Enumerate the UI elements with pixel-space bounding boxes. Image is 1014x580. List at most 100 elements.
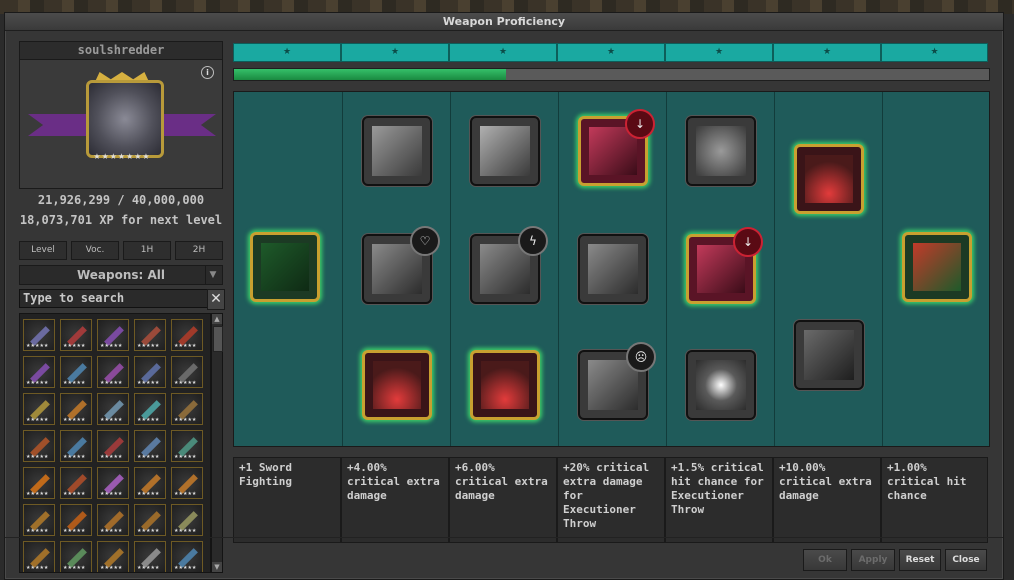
stars-icon: ★★★★★ [137,528,160,534]
apply-button[interactable]: Apply [851,549,895,571]
perk-col3-top[interactable] [470,116,540,186]
perk-description-4: +20% critical extra damage for Execution… [557,457,665,543]
weapon-slot[interactable]: ★★★★★ [97,319,129,351]
weapon-slot[interactable]: ★★★★★ [23,393,55,425]
divider [5,537,1003,538]
perk-sword-fighting[interactable] [250,232,320,302]
scroll-up-icon[interactable]: ▲ [212,314,222,324]
weapon-filter-dropdown[interactable]: Weapons: All ▼ [19,265,223,285]
filter-level-button[interactable]: Level [19,241,67,260]
weapon-slot[interactable]: ★★★★★ [97,430,129,462]
perk-col2-mid[interactable]: ♡ [362,226,440,304]
xp-next-level: 18,073,701 XP for next level [19,213,223,227]
weapon-slot[interactable]: ★★★★★ [134,467,166,499]
critical-burst-icon [373,361,421,409]
critical-burst-icon [481,361,529,409]
perk-critical-extra-damage-10[interactable] [794,144,864,214]
weapon-slot[interactable]: ★★★★★ [134,504,166,536]
window-title[interactable]: Weapon Proficiency [5,13,1003,31]
perk-col6-bottom[interactable] [794,320,864,390]
close-button[interactable]: Close [945,549,987,571]
weapon-slot[interactable]: ★★★★★ [97,541,129,572]
weapon-slot[interactable]: ★★★★★ [23,467,55,499]
filter-1h-button[interactable]: 1H [123,241,171,260]
weapon-slot[interactable]: ★★★★★ [171,319,203,351]
weapon-slot[interactable]: ★★★★★ [97,467,129,499]
weapon-slot[interactable]: ★★★★★ [134,356,166,388]
reset-button[interactable]: Reset [899,549,941,571]
perk-critical-hit-chance[interactable] [902,232,972,302]
weapon-slot[interactable]: ★★★★★ [171,467,203,499]
perk-description-3: +6.00% critical extra damage [449,457,557,543]
weapon-slot[interactable]: ★★★★★ [60,467,92,499]
tier-header-2: ★ [341,43,449,62]
perk-executioner-throw-crit-chance[interactable]: ↓ [686,227,763,304]
weapon-slot[interactable]: ★★★★★ [23,430,55,462]
weapon-slot[interactable]: ★★★★★ [171,430,203,462]
weapon-slot[interactable]: ★★★★★ [23,319,55,351]
weapon-grid-scrollbar[interactable]: ▲ ▼ [211,313,223,573]
perk-col3-mid[interactable]: ϟ [470,226,548,304]
stars-icon: ★★★★★ [137,380,160,386]
weapon-slot[interactable]: ★★★★★ [134,430,166,462]
stars-icon: ★★★★★ [100,380,123,386]
sword-arrows-icon [372,126,422,176]
tier-header-3: ★ [449,43,557,62]
weapon-slot[interactable]: ★★★★★ [134,541,166,572]
weapon-slot[interactable]: ★★★★★ [60,541,92,572]
weapon-slot[interactable]: ★★★★★ [134,319,166,351]
perk-executioner-throw-damage[interactable]: ↓ [578,109,655,186]
weapon-slot[interactable]: ★★★★★ [60,430,92,462]
stars-icon: ★★★★★★★ [93,152,151,161]
filter-2h-button[interactable]: 2H [175,241,223,260]
perk-col4-mid[interactable] [578,234,648,304]
stars-icon: ★★★★★ [63,528,86,534]
ok-button[interactable]: Ok [803,549,847,571]
perk-col2-top[interactable] [362,116,432,186]
perk-description-7: +1.00% critical hit chance [881,457,988,543]
scrollbar-thumb[interactable] [213,326,223,352]
stars-icon: ★★★★★ [137,565,160,571]
weapon-slot[interactable]: ★★★★★ [97,393,129,425]
filter-vocation-button[interactable]: Voc. [71,241,119,260]
tier-header-4: ★ [557,43,665,62]
crit-arrows-icon [913,243,961,291]
weapon-slot[interactable]: ★★★★★ [97,356,129,388]
stars-icon: ★★★★★ [174,417,197,423]
weapon-slot[interactable]: ★★★★★ [171,541,203,572]
stars-icon: ★★★★★ [100,528,123,534]
weapon-slot[interactable]: ★★★★★ [134,393,166,425]
stars-icon: ★★★★★ [100,454,123,460]
sword-shield-icon [86,80,164,158]
stars-icon: ★★★★★ [174,380,197,386]
weapon-slot[interactable]: ★★★★★ [171,393,203,425]
clear-search-button[interactable]: ✕ [207,289,225,310]
scroll-down-icon[interactable]: ▼ [212,562,222,572]
tier-header-7: ★ [881,43,988,62]
info-icon[interactable]: i [201,66,214,79]
perk-col5-top[interactable] [686,116,756,186]
perk-col4-bottom[interactable]: ☹ [578,342,656,420]
perk-description-6: +10.00% critical extra damage [773,457,881,543]
perk-critical-extra-damage-6[interactable] [470,350,540,420]
weapon-slot[interactable]: ★★★★★ [60,393,92,425]
weapon-slot[interactable]: ★★★★★ [23,504,55,536]
stars-icon: ★★★★★ [26,565,49,571]
weapon-proficiency-window: Weapon Proficiency soulshredder ★★★★★★★ … [4,12,1004,580]
stars-icon: ★★★★★ [63,417,86,423]
perk-col5-bottom[interactable] [686,350,756,420]
character-panel: soulshredder ★★★★★★★ i 21,926,299 / 40,0… [19,41,225,573]
flash-icon [696,360,746,410]
weapon-slot[interactable]: ★★★★★ [23,541,55,572]
weapon-slot[interactable]: ★★★★★ [60,356,92,388]
weapon-slot[interactable]: ★★★★★ [60,319,92,351]
heart-icon: ♡ [410,226,440,256]
weapon-slot[interactable]: ★★★★★ [171,356,203,388]
perk-critical-extra-damage-4[interactable] [362,350,432,420]
search-input[interactable]: Type to search [19,289,208,308]
weapon-slot[interactable]: ★★★★★ [171,504,203,536]
weapon-slot[interactable]: ★★★★★ [23,356,55,388]
stars-icon: ★★★★★ [137,491,160,497]
weapon-slot[interactable]: ★★★★★ [97,504,129,536]
weapon-slot[interactable]: ★★★★★ [60,504,92,536]
